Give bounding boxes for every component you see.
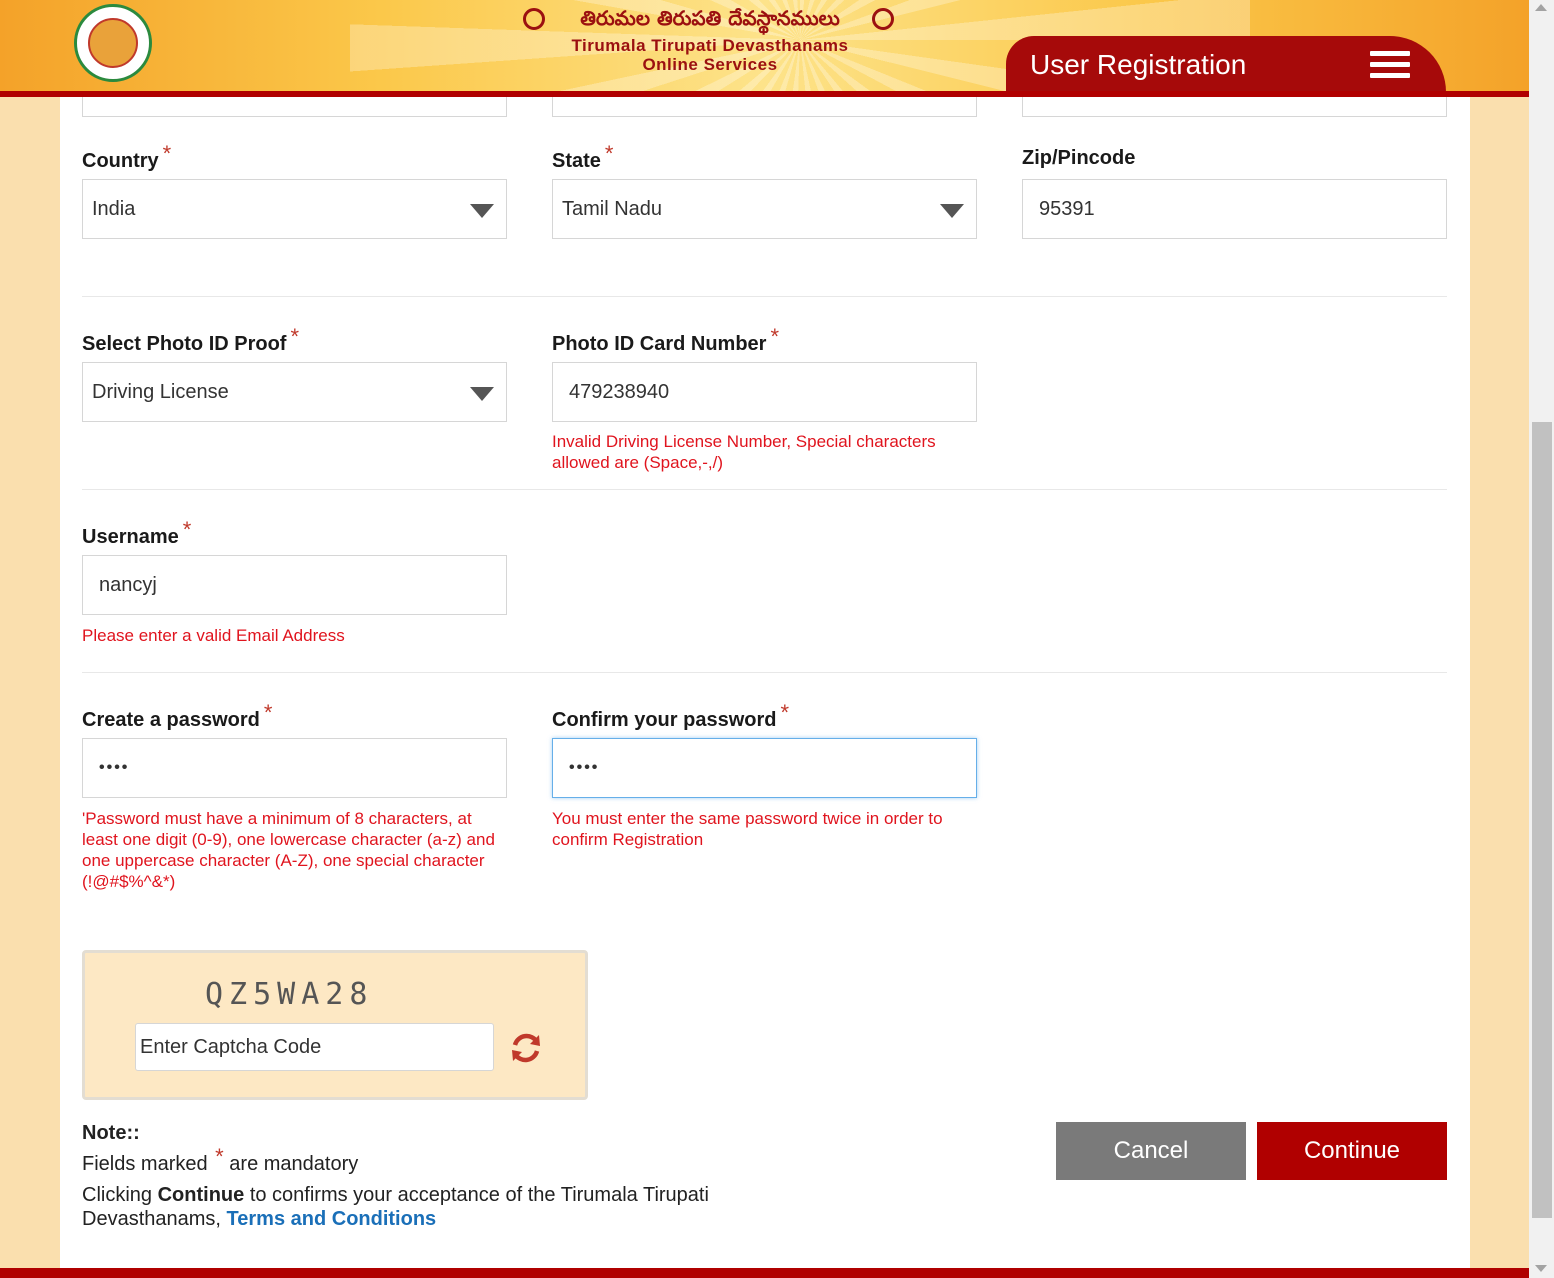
scroll-down-arrow-icon[interactable]: [1535, 1265, 1547, 1272]
title-telugu: తిరుమల తిరుపతి దేవస్థానములు: [580, 6, 840, 30]
required-marker: *: [604, 141, 614, 166]
refresh-icon[interactable]: [509, 1031, 543, 1065]
scrollbar-thumb[interactable]: [1532, 422, 1552, 1218]
confirm-password-error: You must enter the same password twice i…: [552, 809, 943, 849]
password-label: Create a password *: [82, 700, 273, 731]
hamburger-menu-icon[interactable]: [1370, 51, 1410, 83]
country-label: Country *: [82, 141, 172, 172]
password-input[interactable]: ••••: [82, 738, 507, 798]
section-divider: [82, 489, 1447, 490]
zip-label: Zip/Pincode: [1022, 147, 1136, 169]
captcha-placeholder: Enter Captcha Code: [140, 1035, 322, 1058]
note-title: Note::: [82, 1122, 140, 1144]
mandatory-note: Fields marked * are mandatory: [82, 1144, 359, 1175]
terms-note: Clicking Continue to confirms your accep…: [82, 1184, 709, 1230]
site-title: Tirumala Tirupati Devasthanams: [571, 36, 849, 55]
zip-value: 95391: [1039, 197, 1095, 220]
username-error: Please enter a valid Email Address: [82, 626, 345, 645]
zip-input[interactable]: 95391: [1022, 179, 1447, 239]
captcha-input[interactable]: Enter Captcha Code: [135, 1023, 494, 1071]
photo-id-number-label: Photo ID Card Number *: [552, 324, 780, 355]
state-value: Tamil Nadu: [562, 197, 663, 220]
confirm-password-label: Confirm your password *: [552, 700, 790, 731]
required-marker: *: [780, 700, 790, 725]
previous-row-field[interactable]: [1022, 97, 1447, 117]
site-subtitle: Online Services: [642, 55, 778, 74]
confirm-password-value: ••••: [569, 759, 600, 776]
photo-id-number-error: Invalid Driving License Number, Special …: [552, 432, 936, 472]
scroll-up-arrow-icon[interactable]: [1535, 4, 1547, 11]
country-select[interactable]: India: [82, 179, 507, 239]
previous-row-field[interactable]: [82, 97, 507, 117]
country-value: India: [92, 197, 136, 220]
username-value: nancyj: [99, 573, 157, 596]
required-marker: *: [215, 1144, 224, 1169]
cancel-button[interactable]: Cancel: [1056, 1122, 1246, 1180]
password-value: ••••: [99, 759, 130, 776]
logo-emblem-icon: [88, 18, 138, 68]
photo-id-number-value: 479238940: [569, 380, 670, 403]
footer-border: [0, 1268, 1529, 1278]
username-input[interactable]: nancyj: [82, 555, 507, 615]
captcha-box: QZ5WA28 Enter Captcha Code: [82, 950, 588, 1100]
chevron-down-icon: [470, 204, 494, 218]
chevron-down-icon: [940, 204, 964, 218]
required-marker: *: [770, 324, 780, 349]
captcha-image: QZ5WA28: [205, 977, 374, 1012]
username-label: Username *: [82, 517, 192, 548]
page-title-tab: User Registration: [1006, 36, 1446, 92]
photo-id-proof-select[interactable]: Driving License: [82, 362, 507, 422]
site-header: తిరుమల తిరుపతి దేవస్థానములు Tirumala Tir…: [0, 0, 1529, 92]
photo-id-proof-label: Select Photo ID Proof *: [82, 324, 300, 355]
terms-and-conditions-link[interactable]: Terms and Conditions: [227, 1208, 437, 1230]
required-marker: *: [263, 700, 273, 725]
required-marker: *: [290, 324, 300, 349]
state-select[interactable]: Tamil Nadu: [552, 179, 977, 239]
photo-id-number-input[interactable]: 479238940: [552, 362, 977, 422]
state-label: State *: [552, 141, 614, 172]
previous-row-field[interactable]: [552, 97, 977, 117]
section-divider: [82, 296, 1447, 297]
photo-id-proof-value: Driving License: [92, 380, 229, 403]
section-divider: [82, 672, 1447, 673]
password-error: 'Password must have a minimum of 8 chara…: [82, 809, 495, 891]
ttd-logo[interactable]: [74, 4, 152, 82]
continue-button[interactable]: Continue: [1257, 1122, 1447, 1180]
chevron-down-icon: [470, 387, 494, 401]
page-title: User Registration: [1030, 49, 1247, 80]
confirm-password-input[interactable]: ••••: [552, 738, 977, 798]
required-marker: *: [182, 517, 192, 542]
required-marker: *: [162, 141, 172, 166]
